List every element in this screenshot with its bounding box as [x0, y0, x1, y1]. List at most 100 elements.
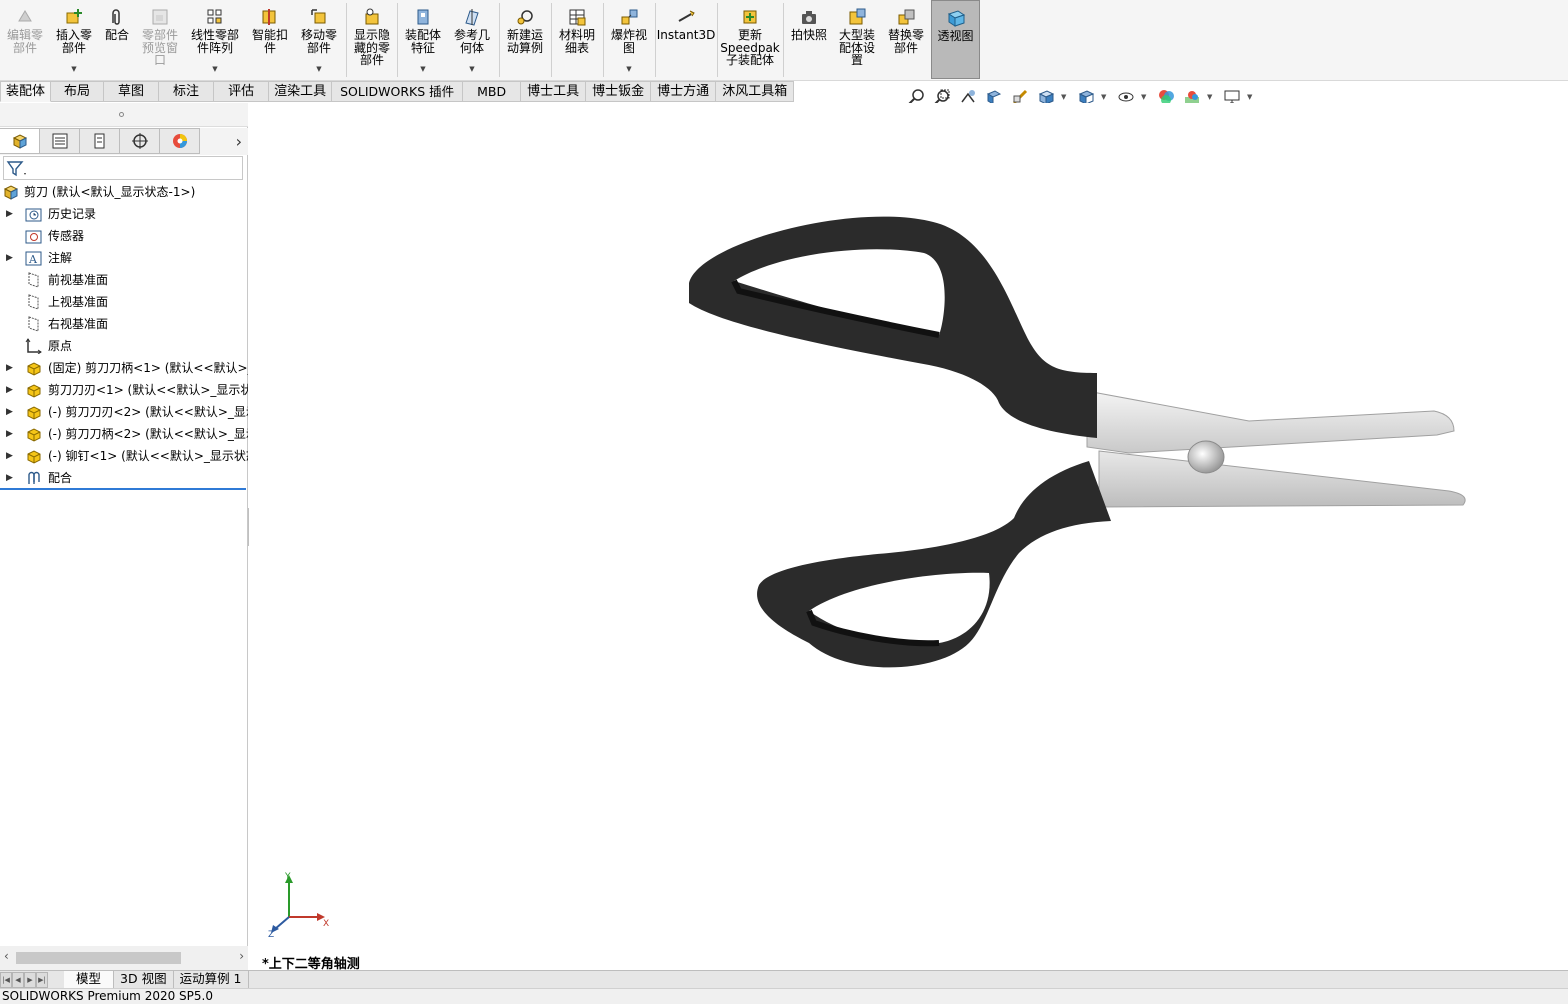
tree-item-top-plane[interactable]: 上视基准面	[0, 291, 248, 313]
linear-pattern-button[interactable]: 线性零部 件阵列 ▼	[187, 0, 243, 79]
assembly-features-label: 装配体 特征	[404, 28, 441, 55]
chevron-down-icon[interactable]: ▼	[1247, 93, 1257, 101]
expand-arrow-icon[interactable]: ▶	[6, 445, 13, 467]
tab-render-tools[interactable]: 渲染工具	[269, 81, 333, 102]
tree-item-component[interactable]: ▶ (固定) 剪刀刀柄<1> (默认<<默认>_显示状态 1>)	[0, 357, 248, 379]
tab-motion-study-1[interactable]: 运动算例 1	[174, 971, 249, 988]
edit-component-button[interactable]: 编辑零 部件	[2, 0, 48, 79]
tab-feature-manager[interactable]	[0, 128, 40, 154]
rollback-bar[interactable]	[0, 488, 246, 490]
command-manager-ribbon: 编辑零 部件 插入零 部件 ▼ 配合 零部件 预览窗 口 线性零部 件阵列 ▼ …	[0, 0, 1568, 81]
upper-blade	[1086, 390, 1455, 454]
tab-mufeng-toolbox[interactable]: 沐风工具箱	[716, 81, 795, 102]
scroll-left-icon[interactable]: ‹	[4, 949, 9, 963]
chevron-down-icon[interactable]: ▼	[626, 65, 631, 73]
reference-geometry-button[interactable]: 参考几 何体 ▼	[449, 0, 495, 79]
plane-icon	[25, 272, 42, 288]
expand-arrow-icon[interactable]: ▶	[6, 401, 13, 423]
tree-item-label: 历史记录	[48, 207, 97, 221]
feature-manager-icon	[12, 134, 27, 149]
tree-item-history[interactable]: ▶ 历史记录	[0, 203, 248, 225]
tab-boshi-tools[interactable]: 博士工具	[521, 81, 587, 102]
previous-tab-icon[interactable]: ◀	[12, 972, 24, 988]
large-assembly-button[interactable]: 大型装 配体设 置	[834, 0, 880, 79]
tab-evaluate[interactable]: 评估	[214, 81, 270, 102]
graphics-area[interactable]: Y X Z	[249, 103, 1568, 970]
triad-x-label: X	[323, 919, 329, 929]
tree-item-front-plane[interactable]: 前视基准面	[0, 269, 248, 291]
tree-item-component[interactable]: ▶ (-) 剪刀刀柄<2> (默认<<默认>_显示状态 1>)	[0, 423, 248, 445]
update-speedpak-button[interactable]: 更新 Speedpak 子装配体	[720, 0, 780, 79]
tree-item-assembly-root[interactable]: 剪刀 (默认<默认_显示状态-1>)	[0, 181, 248, 203]
tab-configuration-manager[interactable]	[80, 128, 120, 154]
last-tab-icon[interactable]: ▶|	[36, 972, 48, 988]
chevron-down-icon[interactable]: ▼	[1141, 93, 1151, 101]
tree-item-annotations[interactable]: ▶ A 注解	[0, 247, 248, 269]
perspective-label: 透视图	[937, 29, 974, 43]
tab-assembly[interactable]: 装配体	[0, 81, 52, 102]
expand-arrow-icon[interactable]: ▶	[6, 247, 13, 269]
next-tab-icon[interactable]: ▶	[24, 972, 36, 988]
ribbon-separator	[397, 3, 398, 77]
tree-item-label: 上视基准面	[48, 295, 109, 309]
exploded-view-button[interactable]: 爆炸视 图 ▼	[606, 0, 652, 79]
tab-dimxpert-manager[interactable]	[120, 128, 160, 154]
replace-components-button[interactable]: 替换零 部件	[883, 0, 929, 79]
scroll-right-icon[interactable]: ›	[239, 949, 244, 963]
tab-3d-views[interactable]: 3D 视图	[114, 971, 174, 988]
bill-of-materials-button[interactable]: 材料明 细表	[554, 0, 600, 79]
chevron-down-icon[interactable]: ▼	[1207, 93, 1217, 101]
show-hidden-components-button[interactable]: 显示隐 藏的零 部件	[349, 0, 395, 79]
smart-fasteners-button[interactable]: 智能扣 件	[248, 0, 292, 79]
perspective-button[interactable]: 透视图	[931, 0, 980, 79]
chevron-down-icon[interactable]: ▼	[71, 65, 76, 73]
panel-grip[interactable]	[0, 103, 248, 127]
tab-solidworks-addins[interactable]: SOLIDWORKS 插件	[332, 81, 464, 102]
tab-boshi-tube[interactable]: 博士方通	[651, 81, 717, 102]
tree-item-origin[interactable]: 原点	[0, 335, 248, 357]
expand-arrow-icon[interactable]: ▶	[6, 423, 13, 445]
insert-components-button[interactable]: 插入零 部件 ▼	[51, 0, 97, 79]
tab-mbd[interactable]: MBD	[463, 81, 522, 102]
mate-button[interactable]: 配合	[99, 0, 135, 79]
scissors-model[interactable]	[249, 103, 1568, 970]
history-icon	[25, 206, 42, 222]
tab-display-manager[interactable]	[160, 128, 200, 154]
take-snapshot-button[interactable]: 拍快照	[786, 0, 832, 79]
expand-arrow-icon[interactable]: ▶	[6, 467, 13, 489]
tab-property-manager[interactable]	[40, 128, 80, 154]
tab-sketch[interactable]: 草图	[104, 81, 160, 102]
part-icon	[25, 404, 42, 420]
tree-item-mates[interactable]: ▶ 配合	[0, 467, 248, 489]
tree-item-component[interactable]: ▶ (-) 铆钉<1> (默认<<默认>_显示状态 1>)	[0, 445, 248, 467]
component-preview-button[interactable]: 零部件 预览窗 口	[137, 0, 183, 79]
chevron-down-icon[interactable]: ▼	[1061, 93, 1071, 101]
scrollbar-thumb[interactable]	[16, 952, 181, 964]
tab-markup[interactable]: 标注	[159, 81, 215, 102]
tree-item-sensors[interactable]: 传感器	[0, 225, 248, 247]
assembly-features-button[interactable]: 装配体 特征 ▼	[400, 0, 446, 79]
chevron-down-icon[interactable]: ▼	[1101, 93, 1111, 101]
chevron-down-icon[interactable]: ▼	[469, 65, 474, 73]
chevron-down-icon[interactable]: ▼	[212, 65, 217, 73]
expand-arrow-icon[interactable]: ▶	[6, 357, 13, 379]
expand-arrow-icon[interactable]: ▶	[6, 203, 13, 225]
expand-arrow-icon[interactable]: ▶	[6, 379, 13, 401]
tab-layout[interactable]: 布局	[51, 81, 105, 102]
tree-item-right-plane[interactable]: 右视基准面	[0, 313, 248, 335]
chevron-down-icon[interactable]: ▼	[316, 65, 321, 73]
horizontal-scrollbar[interactable]: ‹ ›	[0, 946, 248, 970]
new-motion-study-button[interactable]: 新建运 动算例	[502, 0, 548, 79]
tree-item-component[interactable]: ▶ 剪刀刀刃<1> (默认<<默认>_显示状态 1>)	[0, 379, 248, 401]
tab-model[interactable]: 模型	[64, 971, 115, 988]
instant3d-button[interactable]: Instant3D	[657, 0, 715, 79]
chevron-right-icon[interactable]: ›	[236, 132, 242, 151]
first-tab-icon[interactable]: |◀	[0, 972, 12, 988]
chevron-down-icon[interactable]: ▼	[420, 65, 425, 73]
tree-filter-input[interactable]	[3, 156, 243, 180]
move-component-button[interactable]: 移动零 部件 ▼	[296, 0, 342, 79]
motion-study-icon	[515, 7, 535, 27]
ribbon-separator	[603, 3, 604, 77]
tree-item-component[interactable]: ▶ (-) 剪刀刀刃<2> (默认<<默认>_显示状态 1>)	[0, 401, 248, 423]
tab-boshi-sheetmetal[interactable]: 博士钣金	[586, 81, 652, 102]
